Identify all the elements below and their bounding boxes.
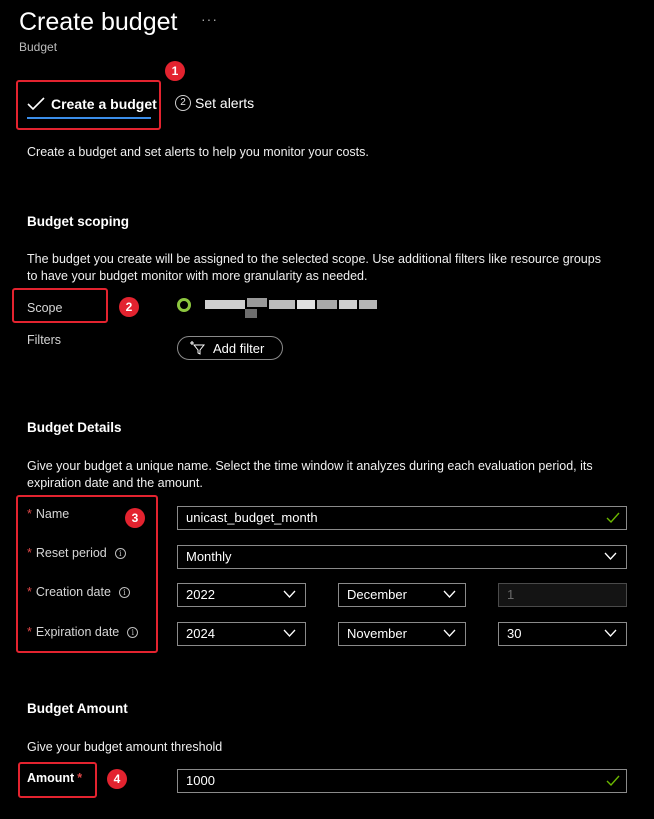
reset-period-label: * Reset period i <box>27 546 126 560</box>
creation-month-value: December <box>347 587 407 602</box>
info-icon[interactable]: i <box>114 548 126 559</box>
add-filter-label: Add filter <box>213 340 265 356</box>
required-marker: * <box>27 546 32 560</box>
intro-text: Create a budget and set alerts to help y… <box>27 145 369 159</box>
more-options-button[interactable]: ··· <box>201 11 218 27</box>
tab-set-alerts[interactable]: 2 Set alerts <box>175 92 254 114</box>
step-number-icon: 2 <box>175 95 191 111</box>
annotation-badge-3: 3 <box>125 508 145 528</box>
chevron-down-icon <box>283 590 296 598</box>
chevron-down-icon <box>604 629 617 637</box>
annotation-badge-4: 4 <box>107 769 127 789</box>
tab-create-budget[interactable]: Create a budget <box>27 92 157 116</box>
reset-period-dropdown[interactable]: Monthly <box>177 545 627 569</box>
scope-value-redacted[interactable] <box>205 298 380 320</box>
add-filter-icon <box>190 341 205 355</box>
page-subtitle: Budget <box>19 40 58 54</box>
scope-label: Scope <box>27 301 63 315</box>
name-label: * Name <box>27 507 70 521</box>
page-title: Create budget <box>19 8 178 36</box>
details-description-line1: Give your budget a unique name. Select t… <box>27 459 593 473</box>
chevron-down-icon <box>443 629 456 637</box>
expiration-day-value: 30 <box>507 626 522 641</box>
expiration-month-value: November <box>347 626 407 641</box>
subscription-icon <box>177 298 191 312</box>
reset-period-value: Monthly <box>186 549 232 564</box>
filters-label: Filters <box>27 333 62 347</box>
tab-set-alerts-label: Set alerts <box>195 95 255 111</box>
amount-description: Give your budget amount threshold <box>27 740 223 754</box>
scoping-description-line2: to have your budget monitor with more gr… <box>27 269 368 283</box>
tab-create-budget-label: Create a budget <box>51 96 157 112</box>
required-marker: * <box>27 585 32 599</box>
expiration-year-value: 2024 <box>186 626 215 641</box>
add-filter-button[interactable]: Add filter <box>177 336 283 360</box>
checkmark-icon <box>27 97 45 111</box>
scoping-description-line1: The budget you create will be assigned t… <box>27 252 601 266</box>
required-marker: * <box>77 771 83 785</box>
required-marker: * <box>27 507 32 521</box>
chevron-down-icon <box>283 629 296 637</box>
creation-month-dropdown[interactable]: December <box>338 583 466 607</box>
valid-check-icon <box>606 775 620 787</box>
expiration-date-label: * Expiration date i <box>27 625 139 639</box>
active-tab-indicator <box>27 117 151 119</box>
name-input[interactable]: unicast_budget_month <box>177 506 627 530</box>
section-title-budget-details: Budget Details <box>27 420 122 435</box>
creation-year-value: 2022 <box>186 587 215 602</box>
chevron-down-icon <box>443 590 456 598</box>
required-marker: * <box>27 625 32 639</box>
chevron-down-icon <box>604 552 617 560</box>
section-title-budget-amount: Budget Amount <box>27 701 128 716</box>
creation-year-dropdown[interactable]: 2022 <box>177 583 306 607</box>
creation-day-value: 1 <box>507 587 515 602</box>
amount-label: Amount * <box>27 771 83 785</box>
expiration-month-dropdown[interactable]: November <box>338 622 466 646</box>
name-input-value: unicast_budget_month <box>186 510 318 525</box>
annotation-badge-2: 2 <box>119 297 139 317</box>
expiration-day-dropdown[interactable]: 30 <box>498 622 627 646</box>
creation-date-label: * Creation date i <box>27 585 130 599</box>
expiration-year-dropdown[interactable]: 2024 <box>177 622 306 646</box>
section-title-budget-scoping: Budget scoping <box>27 214 129 229</box>
amount-input[interactable]: 1000 <box>177 769 627 793</box>
details-description-line2: expiration date and the amount. <box>27 476 203 490</box>
info-icon[interactable]: i <box>118 587 130 598</box>
amount-input-value: 1000 <box>186 773 215 788</box>
creation-day-field: 1 <box>498 583 627 607</box>
annotation-badge-1: 1 <box>165 61 185 81</box>
valid-check-icon <box>606 512 620 524</box>
info-icon[interactable]: i <box>127 627 139 638</box>
